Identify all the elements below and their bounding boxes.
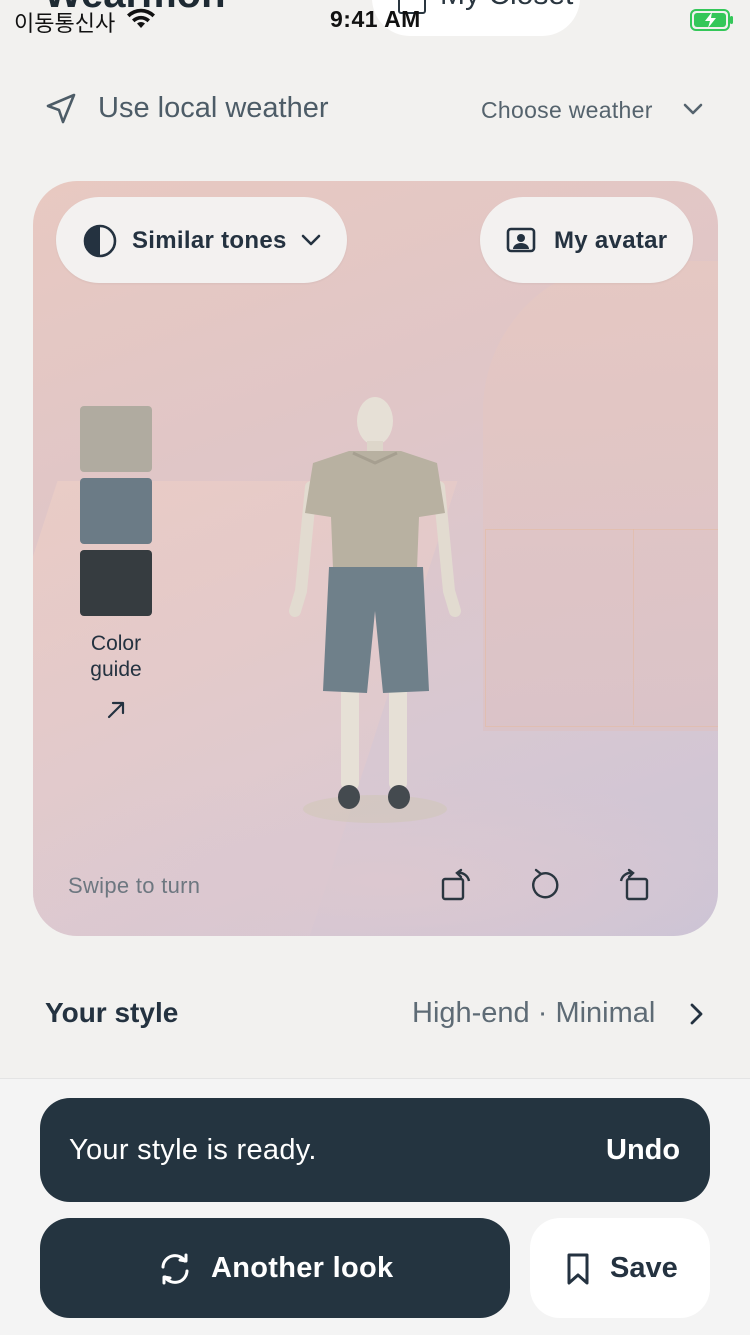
another-look-label: Another look: [211, 1252, 394, 1284]
swipe-hint: Swipe to turn: [68, 873, 201, 898]
style-value-link[interactable]: High-end · Minimal: [412, 997, 655, 1030]
stage-window-frame: [485, 529, 718, 727]
battery-charging-icon: [690, 9, 733, 31]
avatar-stage[interactable]: Similar tones My avatar Color guide Swip…: [33, 181, 718, 936]
avatar-figure[interactable]: [283, 391, 473, 831]
status-time: 9:41 AM: [330, 6, 421, 32]
chevron-down-icon[interactable]: [682, 100, 704, 118]
wifi-icon: [127, 8, 155, 28]
arrow-up-right-icon[interactable]: [105, 699, 127, 721]
color-swatch-2[interactable]: [80, 478, 152, 544]
similar-tones-dropdown[interactable]: Similar tones: [56, 197, 347, 283]
save-label: Save: [610, 1252, 678, 1284]
choose-weather-dropdown[interactable]: Choose weather: [481, 97, 653, 124]
rotate-left-icon[interactable]: [439, 867, 475, 903]
color-guide-label-line1: Color: [90, 632, 142, 655]
your-style-title: Your style: [45, 997, 179, 1028]
bookmark-icon: [567, 1253, 589, 1285]
my-avatar-label: My avatar: [554, 227, 668, 254]
use-local-weather-button[interactable]: Use local weather: [98, 92, 329, 125]
undo-button[interactable]: Undo: [606, 1134, 680, 1167]
color-swatch-1[interactable]: [80, 406, 152, 472]
reset-rotation-icon[interactable]: [527, 867, 563, 903]
half-circle-contrast-icon: [83, 224, 117, 258]
portrait-icon: [506, 227, 536, 253]
chevron-down-icon: [301, 234, 321, 246]
color-guide-link[interactable]: Color guide: [63, 631, 169, 683]
refresh-icon: [161, 1253, 189, 1285]
toast-message: Your style is ready.: [69, 1134, 317, 1166]
similar-tones-label: Similar tones: [132, 227, 287, 254]
color-guide-label-line2: guide: [90, 658, 142, 681]
status-bar: 이동통신사 9:41 AM: [0, 0, 750, 40]
color-swatch-3[interactable]: [80, 550, 152, 616]
stage-window-divider: [633, 529, 634, 725]
rotate-right-icon[interactable]: [615, 867, 651, 903]
chevron-right-icon[interactable]: [686, 1000, 706, 1028]
location-arrow-icon[interactable]: [44, 92, 78, 126]
my-avatar-button[interactable]: My avatar: [480, 197, 693, 283]
carrier-name: 이동통신사: [14, 11, 116, 36]
